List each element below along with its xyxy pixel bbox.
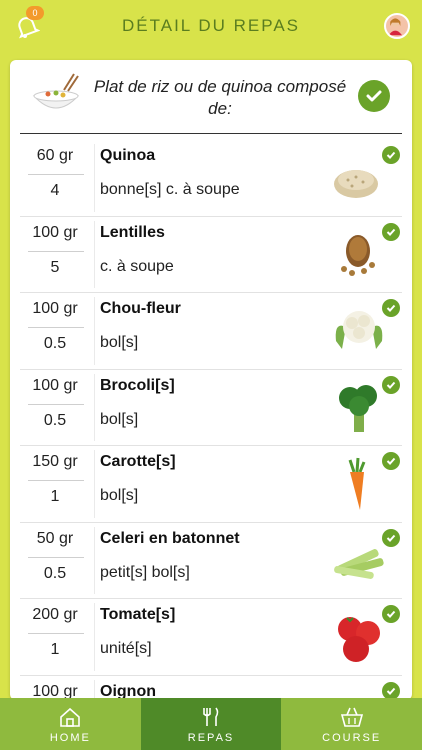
check-icon [382, 375, 400, 394]
ingredient-count: 0.5 [43, 564, 67, 582]
ingredient-unit: bol[s] [100, 334, 139, 351]
ingredient-weight: 100 gr [32, 376, 78, 394]
ingredient-weight: 150 gr [32, 453, 78, 470]
column-divider [94, 526, 95, 594]
ingredient-row[interactable]: 100 gr Oignon [20, 676, 402, 700]
page-title: DÉTAIL DU REPAS [122, 16, 300, 35]
check-icon [382, 605, 400, 623]
basket-icon [340, 707, 363, 727]
tab-label: HOME [49, 732, 91, 744]
tomato-image [338, 617, 380, 662]
column-divider [94, 144, 95, 212]
qty-divider [28, 403, 84, 405]
qty-divider [28, 174, 84, 175]
tab-home[interactable]: HOME [0, 698, 141, 750]
ingredient-count: 5 [50, 258, 60, 276]
ingredient-weight: 50 gr [36, 529, 74, 547]
carrot-image [348, 457, 366, 510]
ingredient-unit: bol[s] [100, 410, 139, 428]
tab-course[interactable]: COURSE [281, 698, 422, 750]
ingredient-row[interactable]: 60 gr 4 Quinoa bonne[s] c. à soupe [20, 140, 402, 217]
ingredient-name: Tomate[s] [100, 606, 176, 623]
ingredient-count: 4 [50, 182, 60, 199]
meal-title: Plat de riz ou de quinoa composé de: [93, 77, 347, 118]
ingredient-name: Quinoa [100, 147, 156, 164]
check-icon [382, 528, 400, 547]
ingredient-row[interactable]: 50 gr 0.5 Celeri en batonnet petit[s] bo… [20, 523, 402, 599]
ingredient-weight: 200 gr [32, 606, 78, 623]
qty-divider [28, 633, 84, 634]
column-divider [94, 297, 95, 365]
ingredient-row[interactable]: 100 gr 5 Lentilles c. à soupe [20, 217, 402, 293]
ingredient-name: Carotte[s] [100, 453, 176, 470]
quinoa-image [334, 170, 378, 198]
check-icon [382, 222, 400, 241]
bowl-icon [32, 73, 80, 109]
ingredient-list: 60 gr 4 Quinoa bonne[s] c. à soupe 100 g… [10, 140, 412, 700]
meal-header: Plat de riz ou de quinoa composé de: [10, 60, 412, 134]
check-icon [382, 452, 400, 470]
ingredient-unit: c. à soupe [100, 257, 174, 275]
ingredient-weight: 100 gr [32, 300, 78, 317]
ingredient-count: 1 [50, 488, 60, 505]
ingredient-row[interactable]: 150 gr 1 Carotte[s] bol[s] [20, 446, 402, 523]
ingredient-weight: 100 gr [32, 223, 78, 241]
check-icon [366, 90, 382, 102]
ingredient-count: 0.5 [43, 335, 67, 352]
avatar[interactable] [384, 13, 410, 39]
ingredient-row[interactable]: 100 gr 0.5 Brocoli[s] bol[s] [20, 370, 402, 446]
ingredient-unit: bol[s] [100, 487, 139, 504]
qty-divider [28, 250, 84, 252]
ingredient-name: Brocoli[s] [100, 376, 175, 394]
ingredient-count: 0.5 [43, 411, 67, 429]
broccoli-image [339, 384, 377, 432]
celery-image [334, 548, 384, 579]
qty-divider [28, 480, 84, 481]
tab-label: COURSE [322, 732, 382, 744]
ingredient-unit: petit[s] bol[s] [100, 563, 190, 581]
fork-knife-icon [203, 707, 219, 726]
qty-divider [28, 556, 84, 558]
home-icon [60, 707, 81, 727]
check-icon [382, 299, 400, 317]
meal-card: Plat de riz ou de quinoa composé de: 60 … [10, 60, 412, 700]
check-icon [382, 681, 400, 700]
ingredient-count: 1 [50, 641, 60, 658]
column-divider [94, 450, 95, 518]
cauliflower-image [335, 311, 383, 349]
column-divider [94, 220, 95, 288]
tab-repas[interactable]: REPAS [140, 698, 282, 750]
qty-divider [28, 327, 84, 328]
ingredient-name: Lentilles [100, 223, 165, 241]
ingredient-name: Chou-fleur [100, 300, 181, 317]
ingredient-unit: unité[s] [100, 640, 152, 657]
column-divider [94, 603, 95, 671]
ingredient-unit: bonne[s] c. à soupe [100, 181, 240, 198]
app-header: 0 DÉTAIL DU REPAS [0, 0, 422, 56]
meal-done-button[interactable] [358, 80, 390, 112]
ingredient-row[interactable]: 200 gr 1 Tomate[s] unité[s] [20, 599, 402, 676]
ingredient-row[interactable]: 100 gr 0.5 Chou-fleur bol[s] [20, 293, 402, 370]
ingredient-weight: 60 gr [36, 147, 74, 164]
column-divider [94, 679, 95, 700]
tab-label: REPAS [187, 732, 235, 744]
tab-bar: HOME REPAS COURSE [0, 698, 422, 750]
header-divider [20, 133, 402, 134]
ingredient-name: Celeri en batonnet [100, 529, 240, 547]
column-divider [94, 373, 95, 441]
lentils-image [341, 234, 375, 276]
check-icon [382, 146, 400, 164]
